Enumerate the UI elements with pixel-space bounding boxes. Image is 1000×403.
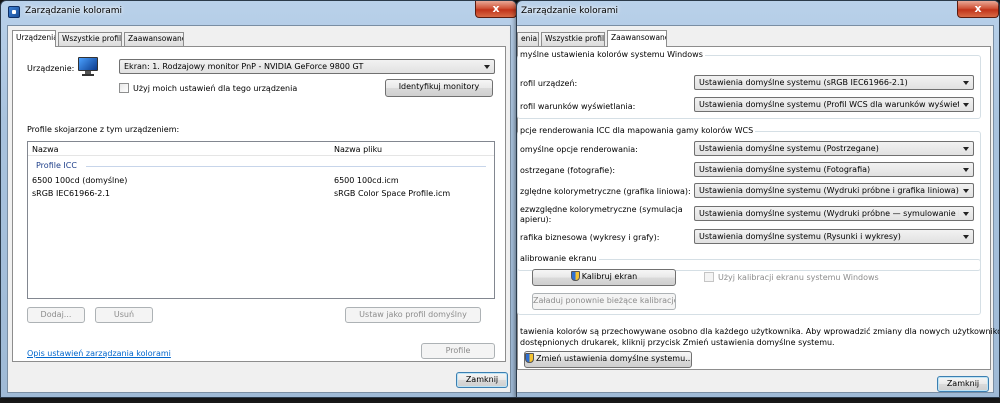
right-window-close-button[interactable]: x	[957, 1, 999, 18]
left-window-close-button[interactable]: x	[475, 1, 516, 18]
dropdown-arrow-icon	[963, 189, 969, 193]
right-window: Zarządzanie kolorami x enia Wszystkie pr…	[516, 0, 1000, 398]
row-file-2[interactable]: sRGB Color Space Profile.icm	[334, 189, 450, 198]
tab-all-profiles-right[interactable]: Wszystkie profile	[541, 32, 605, 46]
render-label-3: zględne kolorymetryczne (grafika liniowa…	[520, 187, 691, 196]
left-window: Zarządzanie kolorami x Urządzenia Wszyst…	[0, 0, 517, 398]
color-management-icon	[8, 6, 20, 18]
right-window-title: Zarządzanie kolorami	[521, 6, 619, 16]
use-my-settings-label[interactable]: Użyj moich ustawień dla tego urządzenia	[133, 84, 297, 93]
viewing-conditions-value: Ustawienia domyślne systemu (Profil WCS …	[699, 100, 959, 109]
render-select-4[interactable]: Ustawienia domyślne systemu (Wydruki pró…	[694, 206, 974, 221]
render-value-5: Ustawienia domyślne systemu (Rysunki i w…	[699, 232, 901, 241]
tab-all-profiles[interactable]: Wszystkie profile	[58, 32, 122, 46]
remove-button[interactable]: Usuń	[95, 307, 153, 323]
dropdown-arrow-icon	[963, 81, 969, 85]
right-client-area: enia Wszystkie profile Zaawansowane myśl…	[517, 25, 999, 393]
dropdown-arrow-icon	[963, 168, 969, 172]
render-value-4: Ustawienia domyślne systemu (Wydruki pró…	[699, 209, 959, 218]
info-text-line-1: tawienia kolorów są przechowywane osobno…	[520, 327, 1000, 336]
use-windows-calibration-checkbox[interactable]	[704, 272, 714, 282]
profiles-list[interactable]: Nazwa Nazwa pliku Profile ICC 6500 100cd…	[27, 141, 495, 299]
change-system-defaults-label: Zmień ustawienia domyślne systemu...	[536, 354, 692, 363]
column-name[interactable]: Nazwa	[32, 145, 59, 154]
render-label-4: ezwzględne kolorymetryczne (symulacja	[520, 205, 683, 214]
use-my-settings-checkbox[interactable]	[119, 83, 129, 93]
render-value-1: Ustawienia domyślne systemu (Postrzegane…	[699, 144, 879, 153]
dropdown-arrow-icon	[963, 212, 969, 216]
tab-advanced[interactable]: Zaawansowane	[124, 32, 184, 46]
device-profile-select[interactable]: Ustawienia domyślne systemu (sRGB IEC619…	[694, 75, 974, 90]
device-profile-value: Ustawienia domyślne systemu (sRGB IEC619…	[699, 78, 908, 87]
group-header-icc: Profile ICC	[36, 161, 77, 170]
group-header-line	[86, 166, 486, 167]
render-label-1: omyślne opcje renderowania:	[520, 145, 638, 154]
icc-rendering-title: pcje renderowania ICC dla mapowania gamy…	[518, 126, 756, 135]
row-name-2[interactable]: sRGB IEC61966-2.1	[32, 189, 110, 198]
tab-devices[interactable]: Urządzenia	[12, 30, 56, 47]
left-close-button[interactable]: Zamknij	[456, 372, 508, 388]
left-tabs: Urządzenia Wszystkie profile Zaawansowan…	[12, 30, 502, 47]
reload-calibration-button[interactable]: Załaduj ponownie bieżące kalibracje	[532, 293, 676, 310]
render-label-5: rafika biznesowa (wykresy i grafy):	[520, 233, 660, 242]
help-link[interactable]: Opis ustawień zarządzania kolorami	[27, 349, 171, 358]
advanced-panel: myślne ustawienia kolorów systemu Window…	[517, 46, 999, 370]
left-titlebar[interactable]: Zarządzanie kolorami x	[1, 1, 516, 23]
row-name-1[interactable]: 6500 100cd (domyślne)	[32, 176, 127, 185]
info-text-line-2: dostępnionych drukarek, kliknij przycisk…	[520, 338, 835, 347]
calibrate-button[interactable]: Kalibruj ekran	[532, 269, 676, 286]
add-button[interactable]: Dodaj...	[27, 307, 85, 323]
dropdown-arrow-icon	[484, 65, 490, 69]
render-value-3: Ustawienia domyślne systemu (Wydruki pró…	[699, 186, 959, 195]
devices-panel: Urządzenie: Ekran: 1. Rodzajowy monitor …	[12, 46, 506, 362]
viewing-conditions-label: rofil warunków wyświetlania:	[520, 102, 636, 111]
list-header: Nazwa Nazwa pliku	[28, 142, 494, 156]
profiles-label: Profile skojarzone z tym urządzeniem:	[27, 125, 180, 134]
render-select-5[interactable]: Ustawienia domyślne systemu (Rysunki i w…	[694, 229, 974, 244]
left-window-title: Zarządzanie kolorami	[25, 6, 123, 16]
tab-devices-right[interactable]: enia	[517, 32, 539, 46]
dropdown-arrow-icon	[963, 103, 969, 107]
row-file-1[interactable]: 6500 100cd.icm	[334, 176, 399, 185]
identify-monitors-button[interactable]: Identyfikuj monitory	[385, 79, 493, 97]
left-client-area: Urządzenia Wszystkie profile Zaawansowan…	[7, 25, 511, 393]
render-select-1[interactable]: Ustawienia domyślne systemu (Postrzegane…	[694, 141, 974, 156]
device-label: Urządzenie:	[27, 64, 75, 73]
viewing-conditions-select[interactable]: Ustawienia domyślne systemu (Profil WCS …	[694, 97, 974, 112]
device-select-value: Ekran: 1. Rodzajowy monitor PnP - NVIDIA…	[124, 62, 364, 71]
use-windows-calibration-label: Użyj kalibracji ekranu systemu Windows	[718, 273, 879, 282]
calibrate-button-label: Kalibruj ekran	[581, 272, 638, 281]
tab-advanced-right[interactable]: Zaawansowane	[607, 30, 667, 47]
dropdown-arrow-icon	[963, 147, 969, 151]
column-file-name[interactable]: Nazwa pliku	[334, 145, 382, 154]
change-system-defaults-button[interactable]: Zmień ustawienia domyślne systemu...	[524, 351, 692, 368]
render-select-2[interactable]: Ustawienia domyślne systemu (Fotografia)	[694, 162, 974, 177]
right-tabs: enia Wszystkie profile Zaawansowane	[517, 30, 987, 47]
calibration-title: alibrowanie ekranu	[518, 254, 599, 263]
uac-shield-icon	[525, 353, 534, 363]
right-close-button[interactable]: Zamknij	[937, 376, 989, 392]
render-label-4b: apieru):	[520, 215, 552, 224]
render-select-3[interactable]: Ustawienia domyślne systemu (Wydruki pró…	[694, 183, 974, 198]
monitor-icon	[77, 57, 99, 77]
profile-button[interactable]: Profile	[421, 343, 495, 359]
uac-shield-icon	[570, 271, 580, 281]
dropdown-arrow-icon	[963, 235, 969, 239]
set-default-button[interactable]: Ustaw jako profil domyślny	[345, 307, 481, 323]
device-select[interactable]: Ekran: 1. Rodzajowy monitor PnP - NVIDIA…	[119, 59, 495, 74]
render-value-2: Ustawienia domyślne systemu (Fotografia)	[699, 165, 871, 174]
wcs-defaults-title: myślne ustawienia kolorów systemu Window…	[518, 50, 705, 59]
right-titlebar[interactable]: Zarządzanie kolorami x	[517, 1, 999, 23]
render-label-2: ostrzegane (fotografie):	[520, 166, 616, 175]
device-profile-label: rofil urządzeń:	[520, 79, 578, 88]
